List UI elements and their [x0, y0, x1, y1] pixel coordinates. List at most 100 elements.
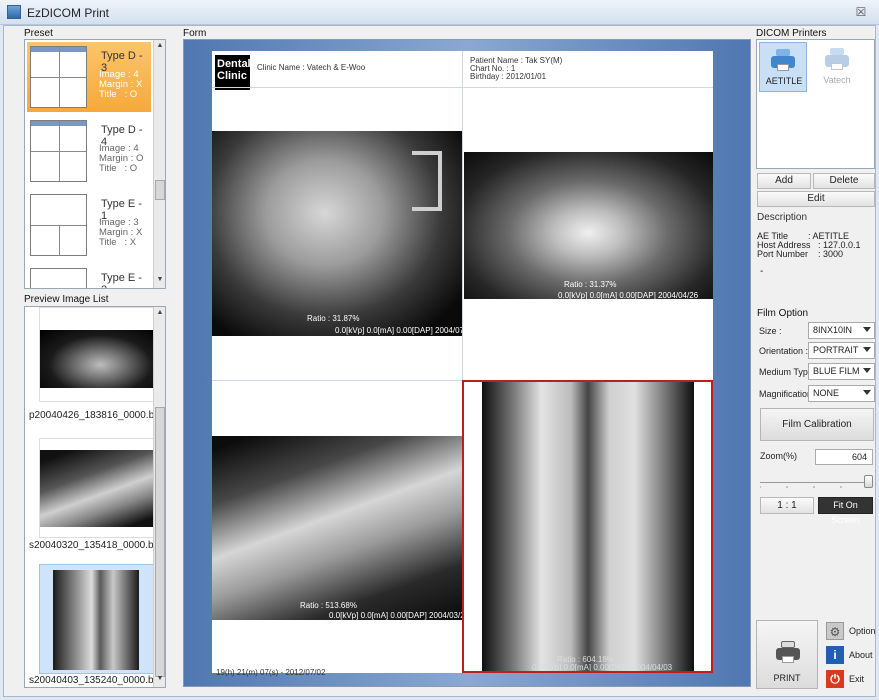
zoom-input[interactable]: 604 — [815, 449, 873, 465]
ratio-text: Ratio : 31.37% — [564, 280, 617, 289]
chevron-down-icon — [863, 347, 871, 352]
size-select-value: 8INX10IN — [813, 325, 853, 335]
medium-type-select-value: BLUE FILM — [813, 366, 860, 376]
magnification-select[interactable]: NONE — [808, 385, 875, 402]
preview-filename: s20040403_135240_0000.bmp — [29, 675, 166, 686]
power-icon: ⏻ — [826, 670, 844, 688]
preview-filename: p20040426_183816_0000.bmp — [29, 410, 166, 421]
ratio-text: Ratio : 513.68% — [300, 601, 357, 610]
scroll-down-arrow-icon[interactable]: ▼ — [154, 673, 165, 685]
option-label: Option — [849, 626, 876, 636]
preset-thumbnail — [30, 268, 87, 288]
preset-thumbnail — [30, 120, 87, 182]
orientation-select-value: PORTRAIT — [813, 345, 859, 355]
form-label: Form — [183, 28, 207, 39]
scroll-thumb[interactable] — [155, 180, 165, 200]
zoom-slider-ticks — [759, 476, 868, 488]
size-select[interactable]: 8INX10IN — [808, 322, 875, 339]
orientation-select[interactable]: PORTRAIT — [808, 342, 875, 359]
preset-meta: Image : 4 Margin : O Title : O — [99, 143, 144, 174]
chevron-down-icon — [863, 327, 871, 332]
film-option-label: Film Option — [757, 308, 809, 319]
medium-type-select[interactable]: BLUE FILM — [808, 363, 875, 380]
zoom-label: Zoom(%) — [760, 451, 798, 461]
printer-icon — [771, 49, 795, 71]
info-icon: i — [826, 646, 844, 664]
printer-item-aetitle[interactable]: AETITLE — [759, 42, 807, 92]
printer-name: AETITLE — [765, 76, 803, 86]
film-calibration-button[interactable]: Film Calibration — [760, 408, 874, 441]
preview-filename: s20040320_135418_0000.bmp — [29, 540, 166, 551]
preview-item[interactable] — [39, 438, 162, 538]
preview-item[interactable] — [39, 307, 162, 402]
magnification-select-value: NONE — [813, 388, 840, 398]
clinic-name: Clinic Name : Vatech & E-Woo — [257, 63, 366, 72]
preset-thumbnail — [30, 46, 87, 108]
about-button[interactable]: i About — [823, 644, 877, 666]
scroll-thumb[interactable] — [155, 407, 165, 677]
close-button[interactable]: ☒ — [848, 3, 874, 21]
exposure-info: 0.0[kVp] 0.0[mA] 0.00[DAP] 2004/04/03 — [532, 663, 673, 671]
preset-item-type-d-4[interactable]: Type D - 4 Image : 4 Margin : O Title : … — [27, 116, 151, 186]
preset-label: Preset — [24, 28, 53, 39]
printer-item-vatech[interactable]: Vatech — [813, 42, 861, 92]
form-footer-timestamp: 19(h) 21(m) 07(s) - 2012/07/02 — [216, 668, 326, 677]
description-label: Description — [757, 212, 808, 223]
chevron-down-icon — [863, 368, 871, 373]
preview-label: Preview Image List — [24, 294, 109, 305]
preset-list: Type D - 3 Image : 4 Margin : X Title : … — [24, 39, 166, 289]
settings-icon: ⚙ — [826, 622, 844, 640]
edit-printer-button[interactable]: Edit — [757, 191, 875, 207]
size-label: Size : — [759, 326, 782, 336]
orientation-label: Orientation : — [759, 346, 809, 356]
xray-image-intraoral-1[interactable]: Ratio : 513.68% 0.0[kVp] 0.0[mA] 0.00[DA… — [212, 436, 462, 620]
preset-meta: Image : 3 Margin : X Title : X — [99, 217, 143, 248]
ruler-marker — [412, 151, 442, 211]
exposure-info: 0.0[kVp] 0.0[mA] 0.00[DAP] 2004/03/20 — [329, 611, 462, 620]
preview-item-selected[interactable] — [39, 564, 162, 674]
printer-list: AETITLE Vatech — [756, 39, 875, 169]
title-bar — [0, 0, 879, 25]
ratio-text: Ratio : 31.87% — [307, 314, 360, 323]
preview-image-list: p20040426_183816_0000.bmp s20040320_1354… — [24, 306, 166, 688]
preset-name: Type E - 2 — [101, 272, 142, 288]
xray-image-intraoral-2[interactable]: Ratio : 604.18% 0.0[kVp] 0.0[mA] 0.00[DA… — [482, 382, 694, 671]
birthday: Birthday : 2012/01/01 — [470, 72, 547, 81]
preview-thumbnail — [40, 450, 161, 527]
fit-on-screen-button[interactable]: Fit On Screen — [818, 497, 873, 525]
preset-scrollbar[interactable]: ▲ ▼ — [153, 40, 165, 288]
scroll-down-arrow-icon[interactable]: ▼ — [154, 274, 165, 286]
exposure-info: 0.0[kVp] 0.0[mA] 0.00[DAP] 2004/07/00 — [335, 326, 462, 335]
exposure-info: 0.0[kVp] 0.0[mA] 0.00[DAP] 2004/04/26 — [558, 291, 699, 299]
preview-scrollbar[interactable]: ▲ ▼ — [153, 307, 165, 687]
scroll-up-arrow-icon[interactable]: ▲ — [154, 40, 165, 52]
exit-label: Exit — [849, 674, 865, 684]
logo-line-2: Clinic — [217, 70, 247, 82]
window-title: EzDICOM Print — [27, 6, 110, 20]
print-button[interactable]: PRINT — [756, 620, 818, 689]
xray-image-panoramic[interactable]: Ratio : 31.37% 0.0[kVp] 0.0[mA] 0.00[DAP… — [464, 152, 713, 299]
preview-thumbnail — [40, 330, 161, 388]
preset-item-type-e-1[interactable]: Type E - 1 Image : 3 Margin : X Title : … — [27, 190, 151, 260]
preset-item-type-e-2[interactable]: Type E - 2 — [27, 264, 151, 288]
add-printer-button[interactable]: Add — [757, 173, 811, 189]
printer-icon — [825, 48, 849, 70]
printers-label: DICOM Printers — [756, 28, 827, 39]
preset-item-type-d-3[interactable]: Type D - 3 Image : 4 Margin : X Title : … — [27, 42, 151, 112]
about-label: About — [849, 650, 873, 660]
xray-image-cephalometric[interactable]: Ratio : 31.87% 0.0[kVp] 0.0[mA] 0.00[DAP… — [212, 131, 462, 336]
scroll-up-arrow-icon[interactable]: ▲ — [154, 307, 165, 319]
delete-printer-button[interactable]: Delete — [813, 173, 875, 189]
option-button[interactable]: ⚙ Option — [823, 620, 877, 642]
logo-line-1: Dental — [217, 58, 251, 70]
description-dash: - — [760, 266, 764, 277]
chevron-down-icon — [863, 390, 871, 395]
one-to-one-button[interactable]: 1 : 1 — [760, 497, 814, 514]
exit-button[interactable]: ⏻ Exit — [823, 668, 877, 690]
zoom-slider-thumb[interactable] — [864, 475, 873, 488]
printer-name: Vatech — [823, 75, 851, 85]
clinic-logo: Dental Clinic — [215, 55, 251, 90]
preset-thumbnail — [30, 194, 87, 256]
preset-meta: Image : 4 Margin : X Title : O — [99, 69, 143, 100]
print-label: PRINT — [773, 673, 801, 683]
